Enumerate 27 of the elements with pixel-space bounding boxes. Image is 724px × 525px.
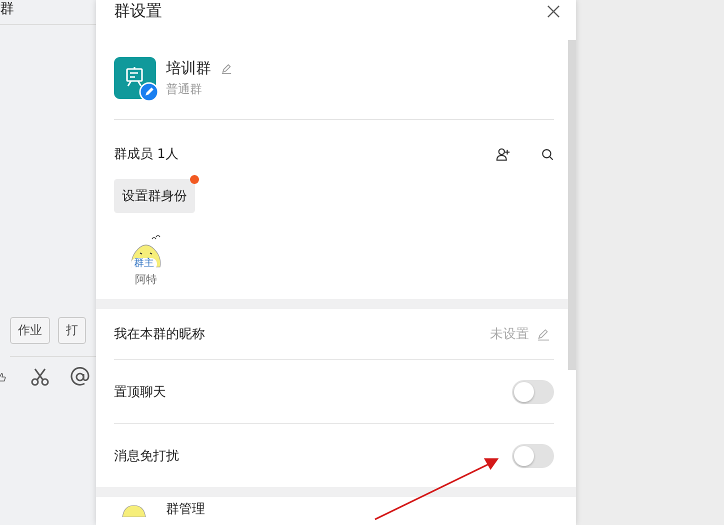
setting-label: 我在本群的昵称: [114, 326, 205, 343]
toggle-switch[interactable]: [512, 380, 554, 404]
setting-label: 置顶聊天: [114, 384, 166, 400]
scissors-icon[interactable]: [30, 367, 50, 387]
toggle-switch[interactable]: [512, 444, 554, 468]
group-type: 普通群: [166, 81, 203, 98]
edit-icon[interactable]: [537, 328, 550, 340]
at-icon[interactable]: [70, 367, 90, 387]
add-member-icon[interactable]: [496, 146, 511, 162]
chat-title: 群: [0, 1, 14, 17]
group-avatar[interactable]: [114, 57, 156, 99]
edit-badge-icon[interactable]: [139, 82, 159, 102]
set-role-button[interactable]: 设置群身份: [114, 179, 195, 213]
chat-tool-button[interactable]: 打: [58, 317, 86, 344]
close-icon[interactable]: [547, 4, 560, 18]
search-icon[interactable]: [541, 148, 554, 160]
members-label: 群成员 1人: [114, 146, 178, 163]
scrollbar[interactable]: [568, 40, 576, 370]
group-name: 培训群: [166, 59, 211, 78]
member-name: 阿特: [135, 272, 157, 287]
section-label[interactable]: 群管理: [166, 503, 205, 517]
edit-icon[interactable]: [221, 63, 232, 74]
chat-tool-button[interactable]: 作业: [10, 317, 50, 344]
chick-avatar-drawing: [122, 505, 146, 517]
owner-tag: 群主: [131, 258, 157, 270]
panel-title: 群设置: [114, 1, 162, 21]
setting-label: 消息免打扰: [114, 448, 179, 464]
